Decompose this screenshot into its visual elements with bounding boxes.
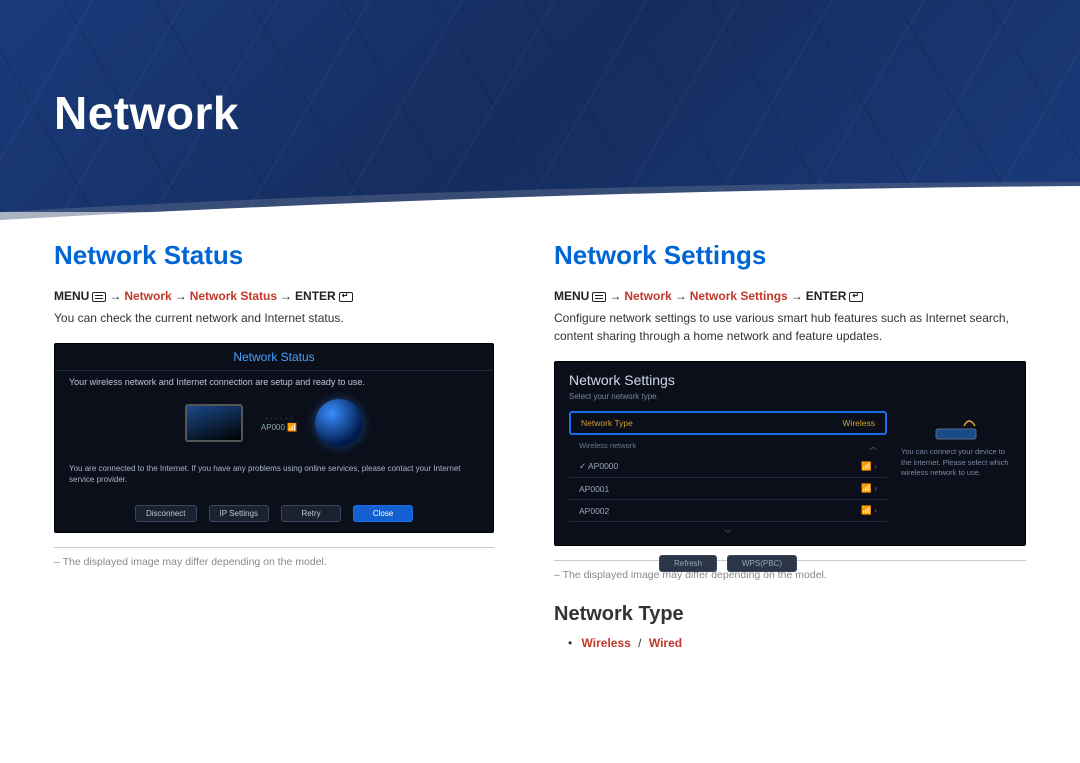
bullet-dot: • [568, 636, 572, 650]
page-content: Network Status MENU → Network → Network … [0, 212, 1080, 650]
ss2-side-text: You can connect your device to the inter… [901, 447, 1009, 477]
wifi-icon: 📶 [861, 505, 872, 515]
chapter-title: Network [54, 86, 239, 140]
crumb-network-status: Network Status [190, 289, 277, 303]
breadcrumb-settings: MENU → Network → Network Settings → ENTE… [554, 289, 1026, 303]
network-type-subsection: Network Type • Wireless / Wired [554, 603, 1026, 650]
monitor-icon [185, 404, 243, 442]
settings-description: Configure network settings to use variou… [554, 309, 1026, 345]
network-type-heading: Network Type [554, 603, 1026, 626]
crumb-network: Network [124, 289, 171, 303]
retry-button[interactable]: Retry [281, 505, 341, 522]
type-label: Network Type [581, 418, 633, 428]
refresh-button[interactable]: Refresh [659, 555, 717, 572]
crumb-arrow: → [791, 289, 803, 303]
wifi-row-0[interactable]: ✓ AP0000 📶 › [569, 456, 887, 478]
ss-connected-text: You are connected to the Internet. If yo… [55, 455, 493, 493]
section-heading-status: Network Status [54, 240, 494, 271]
status-description: You can check the current network and In… [54, 309, 494, 327]
globe-icon [315, 399, 363, 447]
wifi-name: AP0000 [588, 461, 618, 471]
ss2-buttons: Refresh WPS(PBC) [569, 555, 887, 572]
network-type-row[interactable]: Network Type Wireless [569, 411, 887, 435]
wifi-row-2[interactable]: AP0002 📶 › [569, 500, 887, 522]
divider [54, 547, 494, 548]
option-wired: Wired [649, 636, 682, 650]
enter-icon [339, 292, 353, 302]
wifi-icon: 📶 [861, 461, 872, 471]
status-note: – The displayed image may differ dependi… [54, 556, 494, 568]
wireless-header: Wireless network ︿ [569, 435, 887, 456]
crumb-network: Network [624, 289, 671, 303]
connection-dots: · · · · · · AP000 📶 [261, 414, 297, 433]
chevron-right-icon: › [874, 505, 877, 515]
crumb-enter-label: ENTER [806, 289, 847, 303]
crumb-menu-label: MENU [54, 289, 89, 303]
crumb-arrow: → [675, 289, 687, 303]
wifi-icon: 📶 [861, 483, 872, 493]
crumb-arrow: → [280, 289, 292, 303]
status-screenshot: Network Status Your wireless network and… [54, 343, 494, 533]
ss2-sidebar: You can connect your device to the inter… [901, 411, 1011, 572]
crumb-arrow: → [609, 289, 621, 303]
crumb-enter-label: ENTER [295, 289, 336, 303]
chevron-up-icon[interactable]: ︿ [870, 441, 878, 452]
ss-title: Network Status [55, 344, 493, 371]
crumb-network-settings: Network Settings [690, 289, 788, 303]
ip-settings-button[interactable]: IP Settings [209, 505, 270, 522]
ss2-sub: Select your network type. [569, 392, 1011, 401]
ss2-title: Network Settings [569, 372, 1011, 388]
network-settings-section: Network Settings MENU → Network → Networ… [554, 240, 1026, 650]
network-type-options: • Wireless / Wired [554, 636, 1026, 650]
section-heading-settings: Network Settings [554, 240, 1026, 271]
close-button[interactable]: Close [353, 505, 413, 522]
wireless-label: Wireless network [579, 441, 636, 452]
crumb-menu-label: MENU [554, 289, 589, 303]
option-wireless: Wireless [582, 636, 631, 650]
chapter-banner: Network [0, 0, 1080, 212]
ss-ready-text: Your wireless network and Internet conne… [55, 371, 493, 393]
menu-icon [92, 292, 106, 302]
wifi-name: AP0002 [579, 506, 609, 516]
disconnect-button[interactable]: Disconnect [135, 505, 197, 522]
ss-diagram: · · · · · · AP000 📶 [55, 393, 493, 455]
crumb-arrow: → [175, 289, 187, 303]
breadcrumb-status: MENU → Network → Network Status → ENTER [54, 289, 494, 303]
enter-icon [849, 292, 863, 302]
crumb-arrow: → [109, 289, 121, 303]
ss2-list: Network Type Wireless Wireless network ︿… [569, 411, 887, 572]
wifi-row-1[interactable]: AP0001 📶 › [569, 478, 887, 500]
ss2-body: Network Type Wireless Wireless network ︿… [569, 411, 1011, 572]
menu-icon [592, 292, 606, 302]
ap-name: AP000 [261, 423, 285, 432]
wifi-name: AP0001 [579, 484, 609, 494]
chevron-right-icon: › [874, 461, 877, 471]
network-status-section: Network Status MENU → Network → Network … [54, 240, 494, 650]
router-icon [931, 411, 981, 441]
chevron-right-icon: › [874, 483, 877, 493]
type-value: Wireless [842, 418, 875, 428]
chevron-down-icon: ﹀ [724, 528, 732, 539]
option-separator: / [638, 636, 641, 650]
wps-button[interactable]: WPS(PBC) [727, 555, 797, 572]
ss-buttons: Disconnect IP Settings Retry Close [55, 505, 493, 522]
list-more[interactable]: ﹀ [569, 522, 887, 543]
settings-screenshot: Network Settings Select your network typ… [554, 361, 1026, 546]
